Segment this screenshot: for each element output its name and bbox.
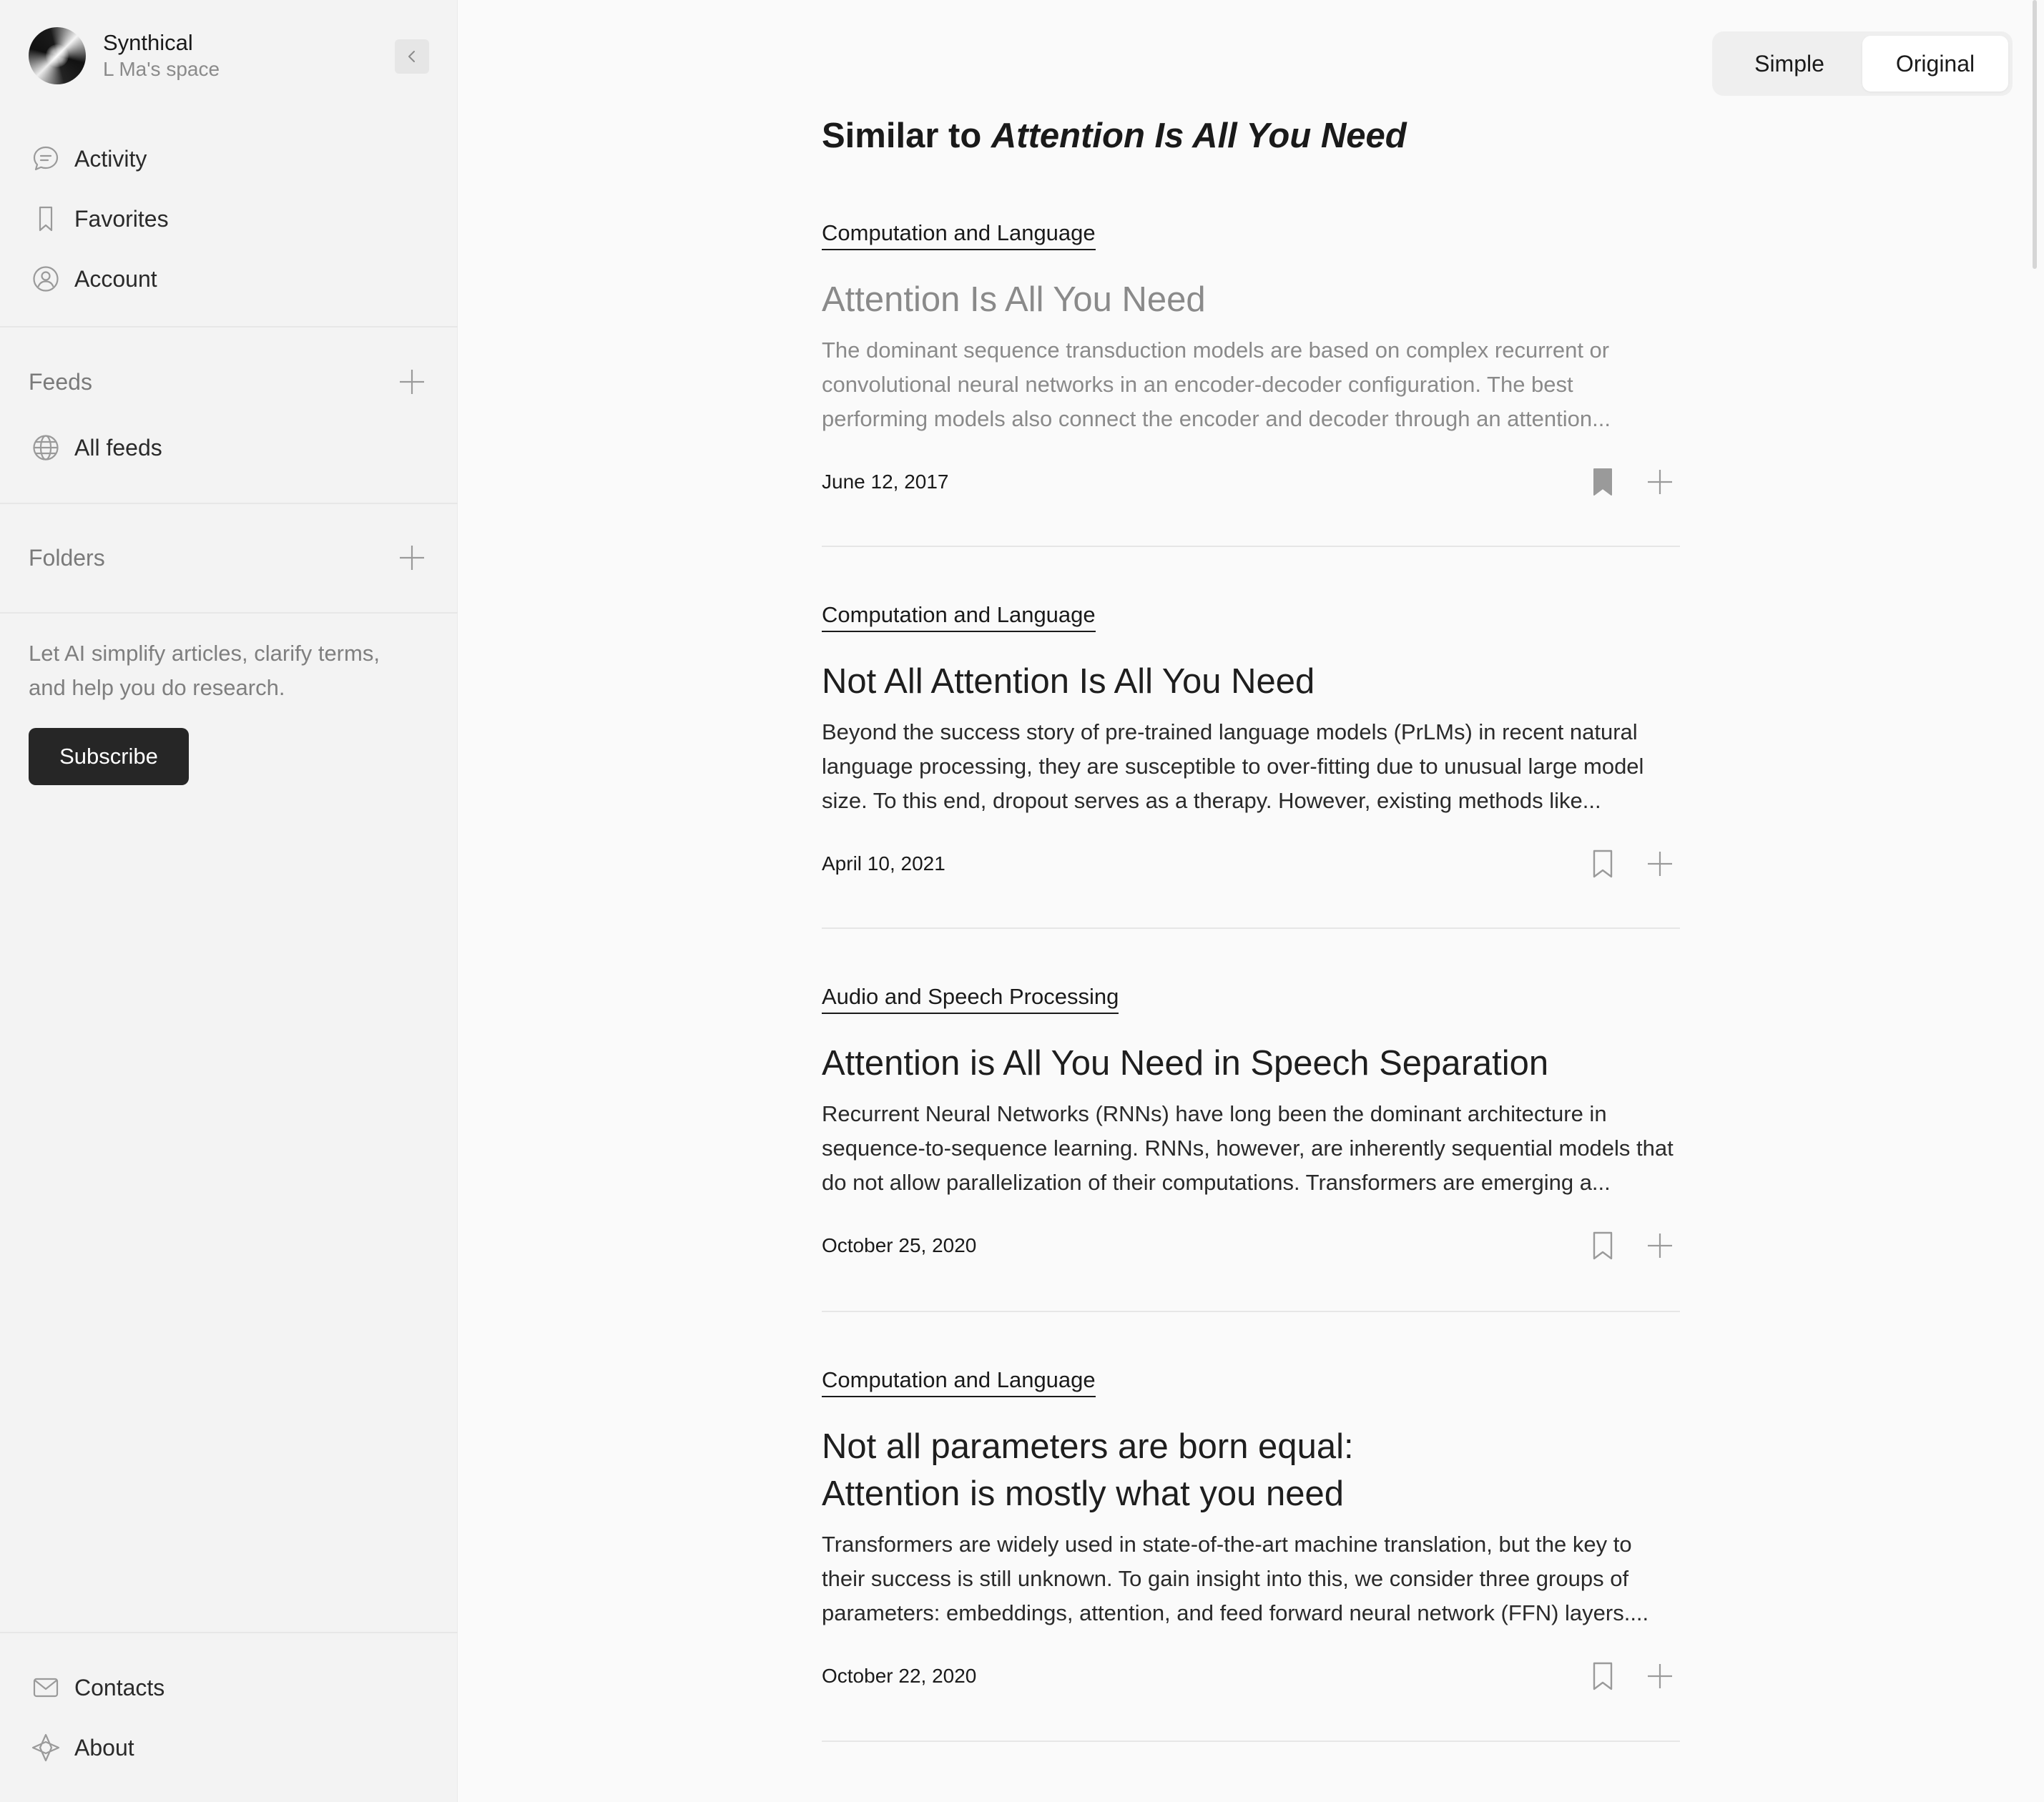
add-feed-button[interactable] [395, 365, 429, 399]
workspace-switcher[interactable]: Synthical L Ma's space [29, 27, 220, 84]
nav-label: Account [74, 265, 157, 292]
plus-icon [1648, 470, 1672, 494]
chevron-left-icon [408, 51, 415, 62]
add-folder-button[interactable] [395, 541, 429, 575]
nav-item-contacts[interactable]: Contacts [29, 1658, 164, 1718]
article-divider [822, 546, 1680, 547]
article-card: Computation and Language Attention Is Al… [822, 219, 1680, 502]
bookmark-button[interactable] [1583, 1226, 1623, 1266]
diamond-icon [29, 1730, 63, 1765]
sidebar-divider [0, 612, 458, 614]
folders-heading: Folders [29, 544, 105, 571]
page-title-subject: Attention Is All You Need [991, 117, 1407, 155]
article-actions [1566, 844, 1680, 884]
nav-item-account[interactable]: Account [29, 249, 169, 309]
secondary-nav: Contacts About [29, 1658, 164, 1778]
sidebar-item-all-feeds[interactable]: All feeds [29, 418, 162, 478]
primary-nav: Activity Favorites Account [29, 129, 169, 309]
sidebar-divider [0, 503, 458, 504]
nav-item-about[interactable]: About [29, 1718, 164, 1778]
nav-item-favorites[interactable]: Favorites [29, 189, 169, 249]
sidebar-divider [0, 326, 458, 328]
bookmark-icon [1593, 1662, 1613, 1690]
article-card: Computation and Language Not All Attenti… [822, 601, 1680, 884]
collapse-sidebar-button[interactable] [395, 39, 429, 74]
chat-bubble-icon [29, 142, 63, 176]
article-category-link[interactable]: Audio and Speech Processing [822, 983, 1119, 1014]
main-scrollbar[interactable] [2033, 0, 2037, 269]
article-meta: October 22, 2020 [822, 1656, 1680, 1696]
article-abstract: The dominant sequence transduction model… [822, 338, 1611, 431]
app-name: Synthical [103, 30, 193, 55]
user-circle-icon [29, 262, 63, 296]
globe-icon [29, 430, 63, 465]
article-category-link[interactable]: Computation and Language [822, 601, 1096, 632]
add-to-folder-button[interactable] [1640, 1226, 1680, 1266]
plus-icon [400, 370, 424, 394]
plus-icon [1648, 1664, 1672, 1688]
subscription-promo-text: Let AI simplify articles, clarify terms,… [29, 641, 380, 700]
view-mode-simple[interactable]: Simple [1716, 36, 1862, 92]
article-card: Audio and Speech Processing Attention is… [822, 983, 1680, 1266]
page-title: Similar to Attention Is All You Need [822, 116, 1407, 156]
article-category-link[interactable]: Computation and Language [822, 219, 1096, 250]
bookmark-button[interactable] [1583, 1656, 1623, 1696]
view-mode-toggle: Simple Original [1712, 31, 2013, 96]
plus-icon [1648, 852, 1672, 876]
nav-item-activity[interactable]: Activity [29, 129, 169, 189]
article-abstract: Transformers are widely used in state-of… [822, 1532, 1649, 1625]
plus-icon [1648, 1234, 1672, 1258]
plus-icon [400, 546, 424, 570]
feed-label: All feeds [74, 434, 162, 461]
article-abstract: Recurrent Neural Networks (RNNs) have lo… [822, 1101, 1674, 1195]
article-meta: June 12, 2017 [822, 462, 1680, 502]
article-title[interactable]: Not all parameters are born equal: Atten… [822, 1423, 1680, 1517]
article-actions [1566, 462, 1680, 502]
nav-label: Activity [74, 145, 147, 172]
nav-label: Contacts [74, 1674, 165, 1700]
article-title[interactable]: Attention is All You Need in Speech Sepa… [822, 1040, 1680, 1087]
add-to-folder-button[interactable] [1640, 1656, 1680, 1696]
article-category-link[interactable]: Computation and Language [822, 1366, 1096, 1397]
feeds-list: All feeds [29, 418, 162, 478]
workspace-avatar [29, 27, 86, 84]
view-mode-original[interactable]: Original [1862, 36, 2008, 92]
article-date: June 12, 2017 [822, 471, 949, 493]
article-actions [1566, 1656, 1680, 1696]
nav-label: About [74, 1734, 134, 1761]
folders-section-header: Folders [29, 541, 429, 575]
nav-label: Favorites [74, 205, 169, 232]
bookmark-button[interactable] [1583, 844, 1623, 884]
article-meta: April 10, 2021 [822, 844, 1680, 884]
bookmark-filled-icon [1593, 468, 1612, 496]
feeds-heading: Feeds [29, 368, 92, 395]
feeds-section-header: Feeds [29, 365, 429, 399]
page-title-prefix: Similar to [822, 117, 982, 155]
article-date: October 25, 2020 [822, 1234, 977, 1256]
bookmark-icon [1593, 850, 1613, 878]
article-abstract: Beyond the success story of pre-trained … [822, 719, 1644, 813]
bookmark-icon [1593, 1231, 1613, 1260]
article-divider [822, 927, 1680, 929]
add-to-folder-button[interactable] [1640, 844, 1680, 884]
article-date: April 10, 2021 [822, 852, 945, 875]
article-title[interactable]: Not All Attention Is All You Need [822, 658, 1680, 705]
article-actions [1566, 1226, 1680, 1266]
article-date: October 22, 2020 [822, 1665, 977, 1687]
space-name: L Ma's space [103, 58, 220, 80]
article-divider [822, 1311, 1680, 1312]
bookmark-button[interactable] [1583, 462, 1623, 502]
article-title[interactable]: Attention Is All You Need [822, 276, 1680, 323]
article-divider [822, 1741, 1680, 1742]
add-to-folder-button[interactable] [1640, 462, 1680, 502]
mail-icon [29, 1670, 63, 1705]
article-card: Computation and Language Not all paramet… [822, 1366, 1680, 1696]
subscribe-button[interactable]: Subscribe [29, 728, 189, 785]
article-meta: October 25, 2020 [822, 1226, 1680, 1266]
sidebar: Synthical L Ma's space Activity Favorite… [0, 0, 458, 1802]
sidebar-divider [0, 1632, 458, 1633]
bookmark-icon [29, 202, 63, 236]
